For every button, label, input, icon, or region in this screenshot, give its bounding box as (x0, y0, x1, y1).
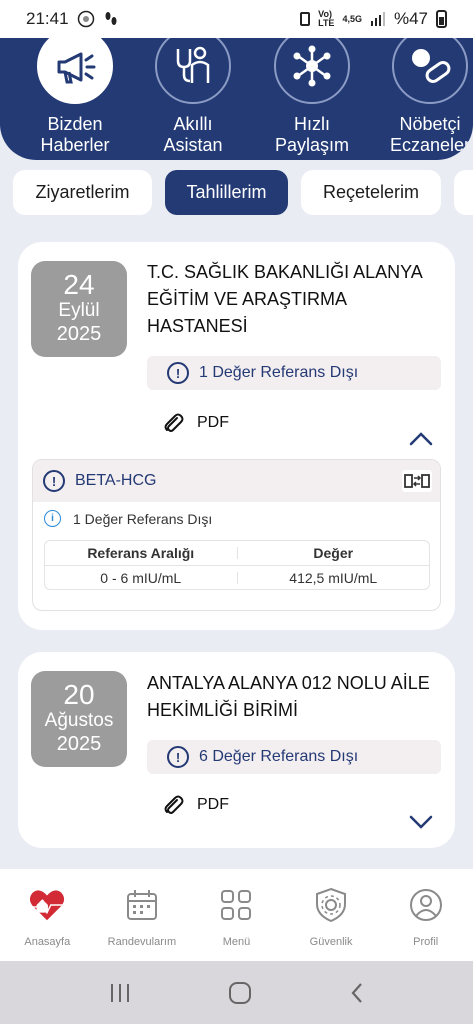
value-cell: 412,5 mIU/mL (289, 569, 378, 586)
bottom-navigation: Anasayfa Randevularım Menü Güvenlik Prof… (0, 869, 473, 961)
compare-icon[interactable] (402, 470, 432, 492)
date-day: 20 (63, 679, 95, 710)
tab-more[interactable] (454, 170, 473, 215)
tab-visits[interactable]: Ziyaretlerim (13, 170, 152, 215)
reference-range-cell: 0 - 6 mIU/mL (45, 571, 238, 585)
tab-prescriptions[interactable]: Reçetelerim (301, 170, 441, 215)
hospital-name: ANTALYA ALANYA 012 NOLU AİLE HEKİMLİĞİ B… (147, 673, 430, 720)
records-tabs: Ziyaretlerim Tahlillerim Reçetelerim (13, 170, 473, 215)
heart-home-icon (29, 890, 66, 921)
quick-link-label-2: Asistan (163, 135, 223, 155)
paperclip-icon (164, 795, 184, 814)
date-month: Ağustos (44, 710, 114, 731)
footsteps-icon (105, 12, 117, 25)
reference-table: Referans Aralığı Değer 0 - 6 mIU/mL 412,… (44, 540, 430, 590)
info-icon: ! (167, 746, 189, 768)
notification-app-icon (77, 10, 94, 28)
quick-link-share[interactable]: Hızlı Paylaşım (257, 38, 367, 156)
calendar-icon (126, 890, 157, 920)
pdf-link[interactable]: PDF (161, 411, 229, 435)
back-icon[interactable] (349, 981, 365, 1005)
date-year: 2025 (56, 323, 102, 345)
date-month: Eylül (58, 300, 100, 321)
out-of-range-text: 1 Değer Referans Dışı (199, 364, 359, 381)
pdf-label: PDF (197, 414, 229, 431)
test-header[interactable]: ! BETA-HCG (33, 460, 440, 502)
nav-label: Randevularım (107, 936, 177, 948)
date-box: 24 Eylül 2025 (31, 261, 127, 357)
recent-apps-icon[interactable] (108, 982, 132, 1004)
network-share-icon (293, 45, 331, 87)
pdf-link[interactable]: PDF (161, 793, 229, 817)
lab-result-card[interactable]: 20 Ağustos 2025 ANTALYA ALANYA 012 NOLU … (18, 652, 455, 848)
out-of-range-badge[interactable]: ! 1 Değer Referans Dışı (147, 356, 441, 390)
quick-link-label-2: Haberler (40, 135, 110, 155)
quick-link-news[interactable]: Bizden Haberler (20, 38, 130, 156)
battery-icon (436, 10, 447, 28)
info-icon: i (44, 510, 61, 527)
nav-security[interactable]: Güvenlik (284, 869, 379, 961)
table-row: 0 - 6 mIU/mL 412,5 mIU/mL (45, 565, 429, 589)
system-navigation-bar (0, 961, 473, 1024)
quick-links-header: Bizden Haberler Akıllı Asistan Hızlı Pay… (0, 38, 473, 160)
test-detail-panel: ! BETA-HCG i 1 Değer Referans Dışı Refer… (32, 459, 441, 611)
chevron-down-icon[interactable] (409, 814, 433, 830)
info-icon: ! (43, 470, 65, 492)
out-of-range-text: 6 Değer Referans Dışı (199, 748, 359, 765)
shield-gear-icon (316, 887, 347, 923)
battery-saver-icon (300, 12, 311, 26)
pill-icon (412, 49, 451, 83)
quick-link-label-2: Paylaşım (274, 135, 350, 155)
battery-percent: %47 (393, 9, 428, 28)
nav-label: Anasayfa (24, 936, 71, 948)
pdf-label: PDF (197, 796, 229, 813)
info-icon: ! (167, 362, 189, 384)
tab-lab-results[interactable]: Tahlillerim (165, 170, 288, 215)
quick-link-label-1: Bizden (47, 114, 103, 134)
status-time: 21:41 (26, 9, 69, 28)
nav-label: Menü (222, 936, 251, 948)
lab-result-card[interactable]: 24 Eylül 2025 T.C. SAĞLIK BAKANLIĞI ALAN… (18, 242, 455, 630)
nav-appointments[interactable]: Randevularım (95, 869, 190, 961)
signal-icon (370, 12, 385, 26)
date-box: 20 Ağustos 2025 (31, 671, 127, 767)
test-name: BETA-HCG (75, 472, 157, 489)
nav-menu[interactable]: Menü (189, 869, 284, 961)
network-type-label: 4,5G (342, 13, 362, 24)
doctor-icon (176, 46, 210, 83)
table-header-row: Referans Aralığı Değer (45, 541, 429, 565)
status-bar: 21:41 Vo) LTE 4,5G %47 (0, 0, 473, 38)
out-of-range-badge[interactable]: ! 6 Değer Referans Dışı (147, 740, 441, 774)
nav-label: Güvenlik (309, 936, 353, 948)
column-header-value: Değer (313, 545, 354, 561)
nav-profile[interactable]: Profil (378, 869, 473, 961)
test-out-of-range-text: 1 Değer Referans Dışı (73, 510, 213, 527)
nav-label: Profil (413, 936, 439, 948)
quick-link-assistant[interactable]: Akıllı Asistan (138, 38, 248, 156)
column-header-reference: Referans Aralığı (45, 546, 238, 560)
date-day: 24 (63, 269, 95, 300)
quick-link-label-1: Nöbetçi (399, 114, 461, 134)
paperclip-icon (164, 413, 184, 432)
quick-link-label-1: Akıllı (173, 114, 213, 134)
quick-link-label-2: Eczaneler (389, 135, 471, 155)
lte-label: LTE (318, 18, 335, 28)
grid-menu-icon (221, 890, 252, 920)
test-out-of-range-note: i 1 Değer Referans Dışı (33, 502, 440, 527)
megaphone-icon (57, 52, 96, 84)
home-button-icon[interactable] (228, 981, 252, 1005)
quick-link-pharmacies[interactable]: Nöbetçi Eczaneler (375, 38, 473, 156)
hospital-name: T.C. SAĞLIK BAKANLIĞI ALANYA EĞİTİM VE A… (147, 262, 422, 336)
nav-home[interactable]: Anasayfa (0, 869, 95, 961)
date-year: 2025 (56, 733, 102, 755)
profile-icon (409, 889, 442, 921)
quick-link-label-1: Hızlı (294, 114, 330, 134)
chevron-up-icon[interactable] (409, 430, 433, 446)
